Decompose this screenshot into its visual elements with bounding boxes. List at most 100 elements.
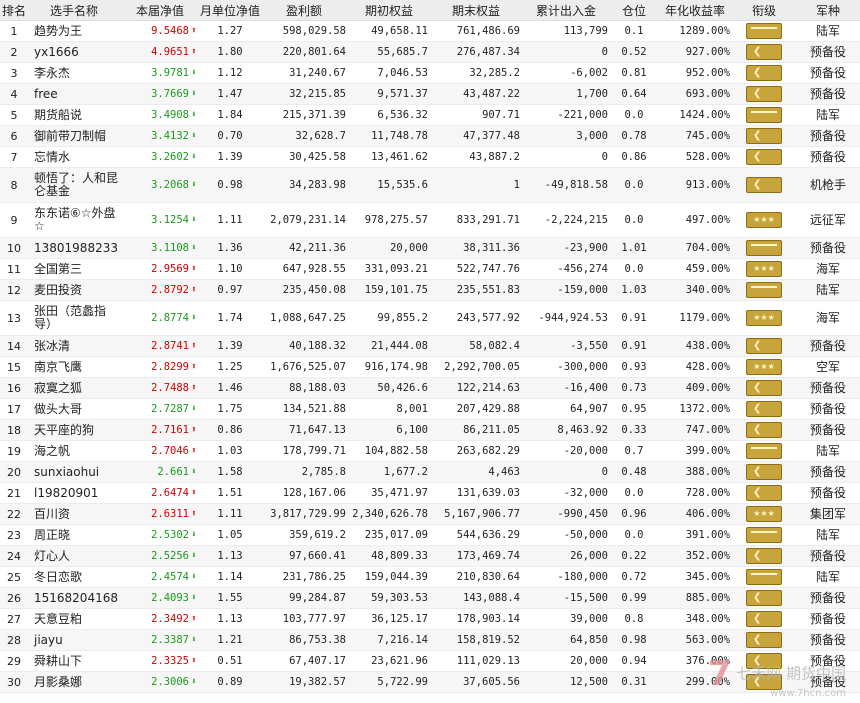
cell-rank-badge	[732, 482, 796, 504]
nav-value: 2.3006	[151, 675, 189, 688]
arrow-down-icon: ⬇	[191, 312, 197, 323]
cell-end-equity: 522,747.76	[430, 258, 522, 280]
cell-name[interactable]: 天平座的狗	[28, 419, 120, 441]
cell-rank: 17	[0, 398, 28, 420]
cell-position: 0.86	[610, 146, 658, 168]
arrow-up-icon: ⬆	[191, 46, 197, 57]
cell-profit: 647,928.55	[260, 258, 348, 280]
arrow-up-icon: ⬆	[191, 284, 197, 295]
cell-name[interactable]: 舜耕山下	[28, 650, 120, 672]
cell-name[interactable]: 李永杰	[28, 62, 120, 84]
cell-annual-return: 693.00%	[658, 83, 732, 105]
cell-begin-equity: 235,017.09	[348, 524, 430, 546]
cell-profit: 235,450.08	[260, 279, 348, 301]
nav-value-wrap: 3.1254 ⬇	[120, 214, 198, 227]
cell-rank: 23	[0, 524, 28, 546]
cell-name[interactable]: 麦田投资	[28, 279, 120, 301]
cell-name[interactable]: 趋势为王	[28, 20, 120, 42]
cell-name[interactable]: 月影桑娜	[28, 671, 120, 693]
cell-position: 0.0	[610, 202, 658, 238]
cell-name[interactable]: 天意豆粕	[28, 608, 120, 630]
cell-nav: 9.5468 ⬆	[120, 20, 200, 42]
cell-begin-equity: 99,855.2	[348, 300, 430, 336]
cell-name[interactable]: 15168204168	[28, 587, 120, 609]
cell-army: 陆军	[796, 524, 860, 546]
cell-begin-equity: 7,216.14	[348, 629, 430, 651]
cell-name[interactable]: jiayu	[28, 629, 120, 651]
cell-rank: 27	[0, 608, 28, 630]
cell-profit: 3,817,729.99	[260, 503, 348, 525]
nav-value-wrap: 2.6474 ⬆	[120, 487, 198, 500]
cell-net-flow: 64,850	[522, 629, 610, 651]
cell-end-equity: 4,463	[430, 461, 522, 483]
cell-begin-equity: 978,275.57	[348, 202, 430, 238]
cell-month-nav: 1.46	[200, 377, 260, 399]
cell-position: 0.91	[610, 335, 658, 357]
cell-month-nav: 1.27	[200, 20, 260, 42]
cell-nav: 2.7161 ⬆	[120, 419, 200, 441]
cell-name[interactable]: 期货船说	[28, 104, 120, 126]
cell-end-equity: 1	[430, 167, 522, 203]
cell-profit: 1,676,525.07	[260, 356, 348, 378]
cell-name[interactable]: yx1666	[28, 41, 120, 63]
cell-end-equity: 178,903.14	[430, 608, 522, 630]
cell-nav: 2.661 ⬇	[120, 461, 200, 483]
nav-value: 2.7287	[151, 402, 189, 415]
cell-begin-equity: 5,722.99	[348, 671, 430, 693]
table-row: 9 东东诺⑥☆外盘☆ 3.1254 ⬇ 1.11 2,079,231.14 978,275.…	[0, 202, 860, 238]
cell-name[interactable]: 全国第三	[28, 258, 120, 280]
rank-insignia-icon	[746, 401, 782, 417]
nav-value-wrap: 2.9569 ⬆	[120, 263, 198, 276]
nav-value: 2.6474	[151, 486, 189, 499]
cell-name[interactable]: 海之帆	[28, 440, 120, 462]
cell-name[interactable]: l19820901	[28, 482, 120, 504]
cell-name[interactable]: sunxiaohui	[28, 461, 120, 483]
cell-name[interactable]: 东东诺⑥☆外盘☆	[28, 202, 120, 238]
cell-army: 空军	[796, 356, 860, 378]
cell-profit: 178,799.71	[260, 440, 348, 462]
cell-name[interactable]: 13801988233	[28, 237, 120, 259]
cell-name[interactable]: 御前带刀制帽	[28, 125, 120, 147]
cell-nav: 2.3387 ⬇	[120, 629, 200, 651]
cell-rank-badge	[732, 398, 796, 420]
arrow-up-icon: ⬆	[191, 487, 197, 498]
cell-name[interactable]: 灯心人	[28, 545, 120, 567]
table-row: 15 南京飞鹰 2.8299 ⬆ 1.25 1,676,525.07 916,174.98 2…	[0, 356, 860, 378]
cell-end-equity: 43,487.22	[430, 83, 522, 105]
nav-value-wrap: 3.2068 ⬇	[120, 179, 198, 192]
cell-name[interactable]: 忘情水	[28, 146, 120, 168]
cell-name[interactable]: free	[28, 83, 120, 105]
cell-army: 预备役	[796, 461, 860, 483]
cell-profit: 32,628.7	[260, 125, 348, 147]
arrow-down-icon: ⬇	[191, 634, 197, 645]
cell-begin-equity: 1,677.2	[348, 461, 430, 483]
table-row: 23 周正晓 2.5302 ⬇ 1.05 359,619.2 235,017.09 544,6…	[0, 524, 860, 546]
arrow-down-icon: ⬇	[191, 179, 197, 190]
arrow-down-icon: ⬇	[191, 466, 197, 477]
cell-name[interactable]: 张冰清	[28, 335, 120, 357]
cell-name[interactable]: 顿悟了：人和昆仑基金	[28, 167, 120, 203]
cell-rank: 4	[0, 83, 28, 105]
cell-profit: 103,777.97	[260, 608, 348, 630]
cell-net-flow: 1,700	[522, 83, 610, 105]
cell-name[interactable]: 做头大哥	[28, 398, 120, 420]
table-row: 25 冬日恋歌 2.4574 ⬇ 1.14 231,786.25 159,044.39 210…	[0, 566, 860, 588]
cell-month-nav: 1.36	[200, 237, 260, 259]
cell-begin-equity: 50,426.6	[348, 377, 430, 399]
cell-month-nav: 1.47	[200, 83, 260, 105]
cell-name[interactable]: 周正晓	[28, 524, 120, 546]
cell-army: 预备役	[796, 545, 860, 567]
cell-army: 预备役	[796, 237, 860, 259]
cell-army: 预备役	[796, 125, 860, 147]
nav-value: 3.9781	[151, 66, 189, 79]
cell-name[interactable]: 张田（范蠡指导）	[28, 300, 120, 336]
cell-month-nav: 1.13	[200, 545, 260, 567]
table-row: 5 期货船说 3.4908 ⬇ 1.84 215,371.39 6,536.32 907.71…	[0, 104, 860, 126]
cell-name[interactable]: 冬日恋歌	[28, 566, 120, 588]
cell-end-equity: 5,167,906.77	[430, 503, 522, 525]
cell-name[interactable]: 寂寞之狐	[28, 377, 120, 399]
cell-name[interactable]: 百川资	[28, 503, 120, 525]
cell-rank-badge	[732, 104, 796, 126]
cell-name[interactable]: 南京飞鹰	[28, 356, 120, 378]
cell-rank: 11	[0, 258, 28, 280]
